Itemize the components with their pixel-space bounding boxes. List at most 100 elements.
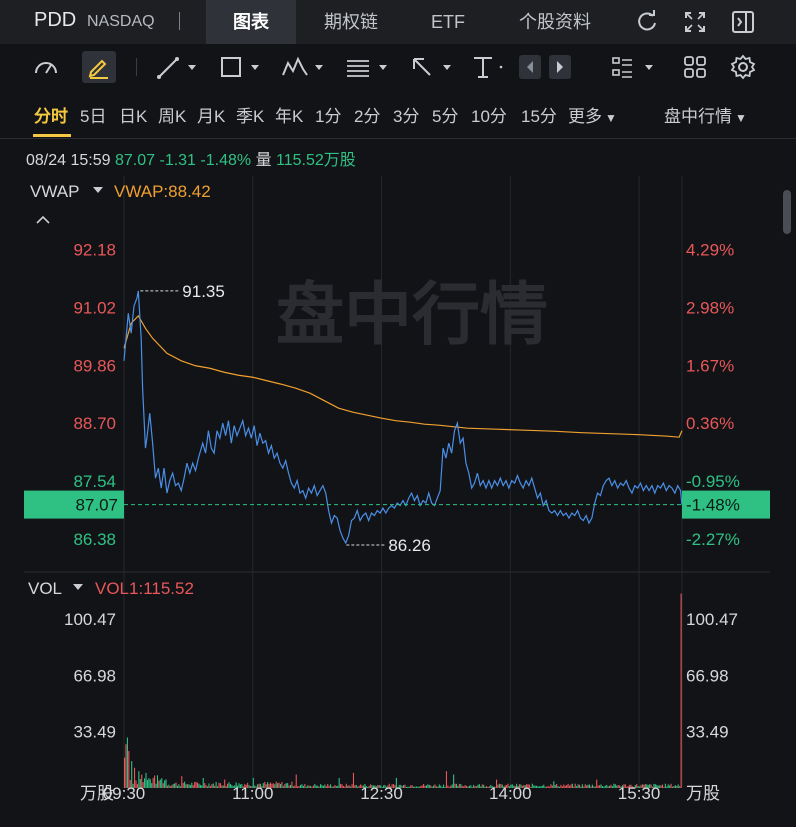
pct-tick-label: 0.36% (686, 414, 734, 433)
volume-bar (546, 786, 548, 788)
watermark-text: 盘中行情 (276, 277, 548, 353)
volume-bar (561, 786, 563, 788)
rectangle-icon[interactable] (218, 53, 264, 81)
trend-line-icon[interactable] (155, 53, 201, 81)
volume-bar (156, 775, 159, 788)
volume-bar (470, 785, 472, 788)
period-2min[interactable]: 2分 (354, 102, 380, 127)
volume-bar (330, 784, 332, 788)
price-tick-label: 89.86 (73, 356, 116, 375)
period-quarterly[interactable]: 季K (236, 102, 264, 127)
time-tick-label: 11:00 (232, 784, 273, 803)
volume-bar (418, 786, 420, 788)
volume-bar (288, 785, 290, 788)
volume-bar (291, 781, 293, 788)
refresh-icon[interactable] (634, 9, 660, 35)
volume-bar (175, 782, 177, 788)
volume-bar (451, 784, 453, 788)
volume-bar (125, 744, 127, 788)
volume-bar (415, 786, 417, 788)
volume-bar (221, 785, 223, 788)
price-tick-label: 92.18 (73, 240, 116, 259)
volume-bar (574, 783, 576, 788)
arrow-icon[interactable] (408, 53, 456, 81)
period-more[interactable]: 更多 ▼ (568, 102, 617, 127)
collapse-panel-icon[interactable] (730, 9, 756, 35)
volume-bar (299, 784, 302, 788)
volume-bar (600, 784, 602, 788)
current-pct-text: -1.48% (686, 496, 740, 515)
layout-list-icon[interactable] (610, 53, 658, 81)
scroll-left-icon[interactable] (519, 53, 541, 81)
draw-pen-button[interactable] (82, 51, 116, 83)
tab-options-chain[interactable]: 期权链 (303, 0, 399, 44)
tab-company-profile[interactable]: 个股资料 (497, 0, 613, 44)
fib-lines-icon[interactable] (344, 53, 392, 81)
session-selector[interactable]: 盘中行情 ▼ (664, 102, 747, 127)
volume-bar (312, 785, 314, 788)
period-5day[interactable]: 5日 (80, 102, 106, 127)
volume-bar (287, 783, 289, 788)
volume-bar (567, 783, 569, 788)
volume-bar (282, 786, 284, 788)
volume-indicator-name[interactable]: VOL (28, 579, 62, 598)
volume-bar (344, 786, 346, 788)
intraday-chart[interactable]: 盘中行情 VWAP VWAP:88.42 92.18 4.29% 91.02 2.98… (24, 176, 770, 803)
volume-bar (189, 785, 191, 788)
volume-bar (457, 785, 459, 788)
indicator-gauge-icon[interactable] (32, 53, 60, 81)
volume-bar (308, 785, 310, 788)
settings-icon[interactable] (729, 53, 757, 81)
period-10min[interactable]: 10分 (471, 102, 507, 127)
tab-etf[interactable]: ETF (410, 0, 486, 44)
stock-symbol: PDD (34, 9, 77, 31)
period-5min[interactable]: 5分 (432, 102, 458, 127)
quote-price: 87.07 (114, 152, 156, 169)
period-15min[interactable]: 15分 (521, 102, 557, 127)
volume-bar (126, 737, 128, 788)
period-yearly[interactable]: 年K (275, 102, 303, 127)
volume-bar (465, 785, 468, 788)
volume-bar (298, 785, 300, 788)
volume-bar (347, 785, 349, 788)
period-weekly[interactable]: 周K (158, 102, 186, 127)
fullscreen-icon[interactable] (682, 9, 708, 35)
volume-bar (614, 784, 616, 788)
volume-bar (294, 785, 296, 788)
volume-bar (547, 785, 549, 788)
volume-bar (342, 786, 345, 788)
period-1min[interactable]: 1分 (315, 102, 341, 127)
volume-bar (536, 785, 538, 788)
volume-bar (410, 785, 412, 788)
text-measure-icon[interactable] (470, 53, 508, 81)
time-tick-label: 09:30 (103, 784, 146, 803)
volume-bar (444, 786, 446, 788)
volume-bar (670, 783, 672, 788)
indicator-dropdown-icon[interactable] (93, 187, 103, 193)
volume-bar (604, 785, 606, 788)
volume-bar (611, 786, 613, 788)
price-indicator-name[interactable]: VWAP (30, 182, 79, 201)
volume-bar (315, 785, 317, 788)
toolbar-divider (136, 58, 137, 76)
period-3min[interactable]: 3分 (393, 102, 419, 127)
chart-area[interactable]: 盘中行情 VWAP VWAP:88.42 92.18 4.29% 91.02 2.98… (24, 176, 770, 803)
volume-bar (324, 784, 326, 788)
volume-bar (217, 786, 219, 788)
tab-chart[interactable]: 图表 (206, 0, 296, 44)
volume-bar (463, 786, 465, 788)
grid-layout-icon[interactable] (681, 53, 709, 81)
period-monthly[interactable]: 月K (197, 102, 225, 127)
pattern-icon[interactable] (280, 53, 328, 81)
scrollbar-thumb[interactable] (783, 190, 791, 234)
period-daily[interactable]: 日K (119, 102, 147, 127)
scroll-right-icon[interactable] (549, 53, 571, 81)
volume-bar (564, 785, 566, 788)
period-timeshare[interactable]: 分时 (34, 102, 68, 127)
volume-bar (566, 785, 568, 788)
volume-bar (667, 784, 669, 788)
volume-dropdown-icon[interactable] (73, 584, 83, 590)
volume-bar (531, 783, 533, 788)
collapse-up-icon[interactable] (36, 215, 50, 224)
volume-bar (455, 783, 458, 788)
